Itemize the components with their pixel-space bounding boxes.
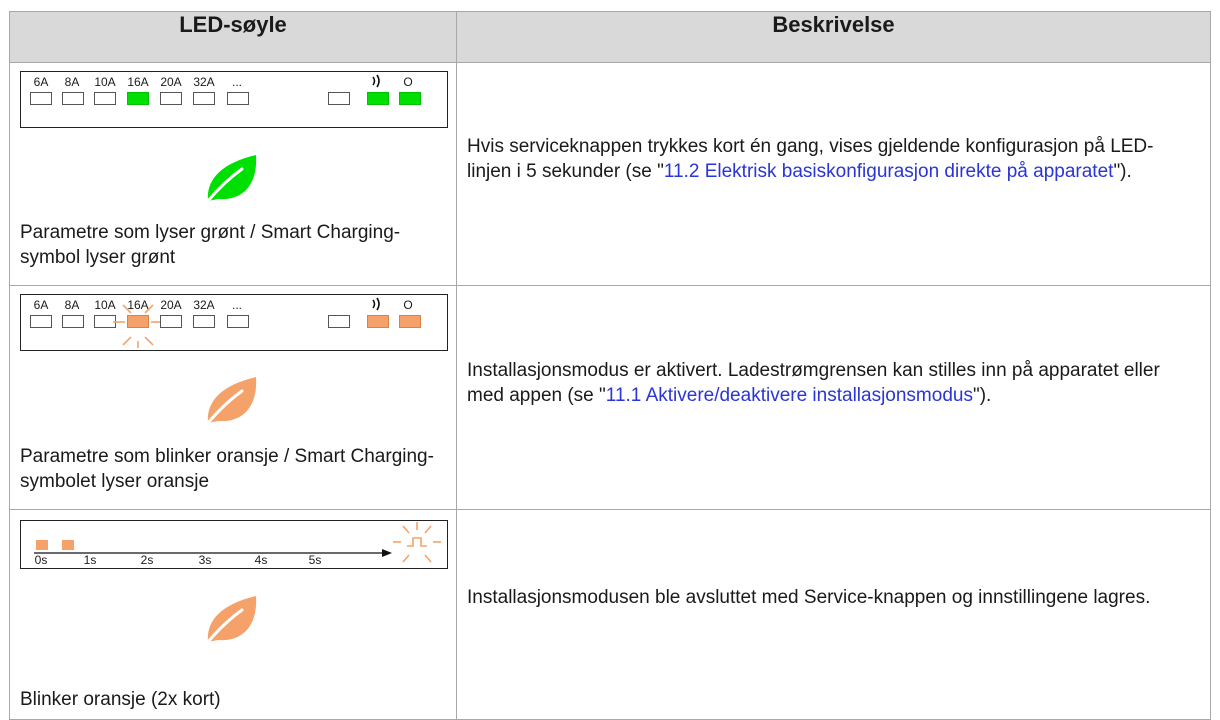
led-20a (160, 92, 182, 105)
tick-5s: 5s (308, 553, 322, 567)
led-7 (227, 315, 249, 328)
led-32a (193, 92, 215, 105)
led-label-o: O (403, 75, 413, 89)
header-description-column: Beskrivelse (456, 11, 1211, 63)
table-row: 6A 8A 10A 16A 20A 32A ... O Parametre so… (9, 285, 1211, 510)
leaf-icon (204, 151, 260, 210)
led-label-20a: 20A (160, 75, 182, 89)
table-row: 6A 8A 10A 16A 20A 32A ... O Parametre so… (9, 62, 1211, 286)
led-20a (160, 315, 182, 328)
led-6a (30, 315, 52, 328)
led-table: LED-søyle Beskrivelse 6A 8A 10A 16A 20A … (9, 11, 1211, 720)
description-text: Hvis serviceknappen trykkes kort én gang… (467, 134, 1197, 184)
tick-1s: 1s (83, 553, 97, 567)
led-32a (193, 315, 215, 328)
led-cell: 6A 8A 10A 16A 20A 32A ... O Parametre so… (9, 62, 457, 286)
led-o (399, 92, 421, 105)
led-cell: 0s 1s 2s 3s 4s 5s Blinker oransje (2x ko… (9, 509, 457, 720)
leaf-icon (204, 592, 260, 651)
row-caption: Parametre som blinker oransje / Smart Ch… (20, 446, 434, 492)
wireless-icon (370, 73, 384, 92)
led-16a (127, 92, 149, 105)
led-label-6a: 6A (33, 75, 49, 89)
led-label-10a: 10A (94, 75, 116, 89)
wireless-icon (370, 296, 384, 315)
led-label-6a: 6A (33, 298, 49, 312)
led-cell: 6A 8A 10A 16A 20A 32A ... O Parametre so… (9, 285, 457, 510)
description-text: Installasjonsmodus er aktivert. Ladestrø… (467, 358, 1197, 408)
led-10a (94, 92, 116, 105)
header-led-column: LED-søyle (9, 11, 457, 63)
led-o (399, 315, 421, 328)
description-cell: Hvis serviceknappen trykkes kort én gang… (456, 62, 1211, 286)
led-8a (62, 315, 84, 328)
led-wireless (367, 315, 389, 328)
led-label-o: O (403, 298, 413, 312)
led-bar-panel: 6A 8A 10A 16A 20A 32A ... O (20, 294, 448, 351)
description-prefix: Installasjonsmodusen ble avsluttet med S… (467, 587, 1151, 608)
led-6a (30, 92, 52, 105)
led-wireless (367, 92, 389, 105)
table-header-row: LED-søyle Beskrivelse (9, 11, 1211, 63)
led-label-8a: 8A (64, 298, 80, 312)
led-8a (62, 92, 84, 105)
led-8 (328, 315, 350, 328)
led-label-16a: 16A (127, 75, 149, 89)
led-label-ellipsis: ... (231, 75, 243, 89)
description-suffix: "). (1113, 161, 1132, 182)
led-label-32a: 32A (193, 75, 215, 89)
cross-reference-link[interactable]: 11.2 Elektrisk basiskonfigurasjon direkt… (664, 161, 1114, 182)
row-caption: Blinker oransje (2x kort) (20, 689, 221, 710)
page: LED-søyle Beskrivelse 6A 8A 10A 16A 20A … (0, 0, 1220, 720)
led-16a (127, 315, 149, 328)
led-label-ellipsis: ... (231, 298, 243, 312)
led-label-32a: 32A (193, 298, 215, 312)
led-label-8a: 8A (64, 75, 80, 89)
leaf-icon (204, 373, 260, 432)
blink-rays-icon (393, 522, 441, 563)
table-row: 0s 1s 2s 3s 4s 5s Blinker oransje (2x ko… (9, 509, 1211, 720)
tick-3s: 3s (198, 553, 212, 567)
led-bar-panel: 6A 8A 10A 16A 20A 32A ... O (20, 71, 448, 128)
cross-reference-link[interactable]: 11.1 Aktivere/deaktivere installasjonsmo… (606, 385, 973, 406)
tick-4s: 4s (254, 553, 268, 567)
description-text: Installasjonsmodusen ble avsluttet med S… (467, 585, 1197, 610)
description-cell: Installasjonsmodus er aktivert. Ladestrø… (456, 285, 1211, 510)
led-7 (227, 92, 249, 105)
row-caption: Parametre som lyser grønt / Smart Chargi… (20, 222, 401, 268)
led-8 (328, 92, 350, 105)
tick-2s: 2s (140, 553, 154, 567)
tick-0s: 0s (34, 553, 48, 567)
description-cell: Installasjonsmodusen ble avsluttet med S… (456, 509, 1211, 720)
timeline-panel: 0s 1s 2s 3s 4s 5s (20, 520, 448, 569)
description-suffix: "). (972, 385, 992, 406)
led-label-20a: 20A (160, 298, 182, 312)
